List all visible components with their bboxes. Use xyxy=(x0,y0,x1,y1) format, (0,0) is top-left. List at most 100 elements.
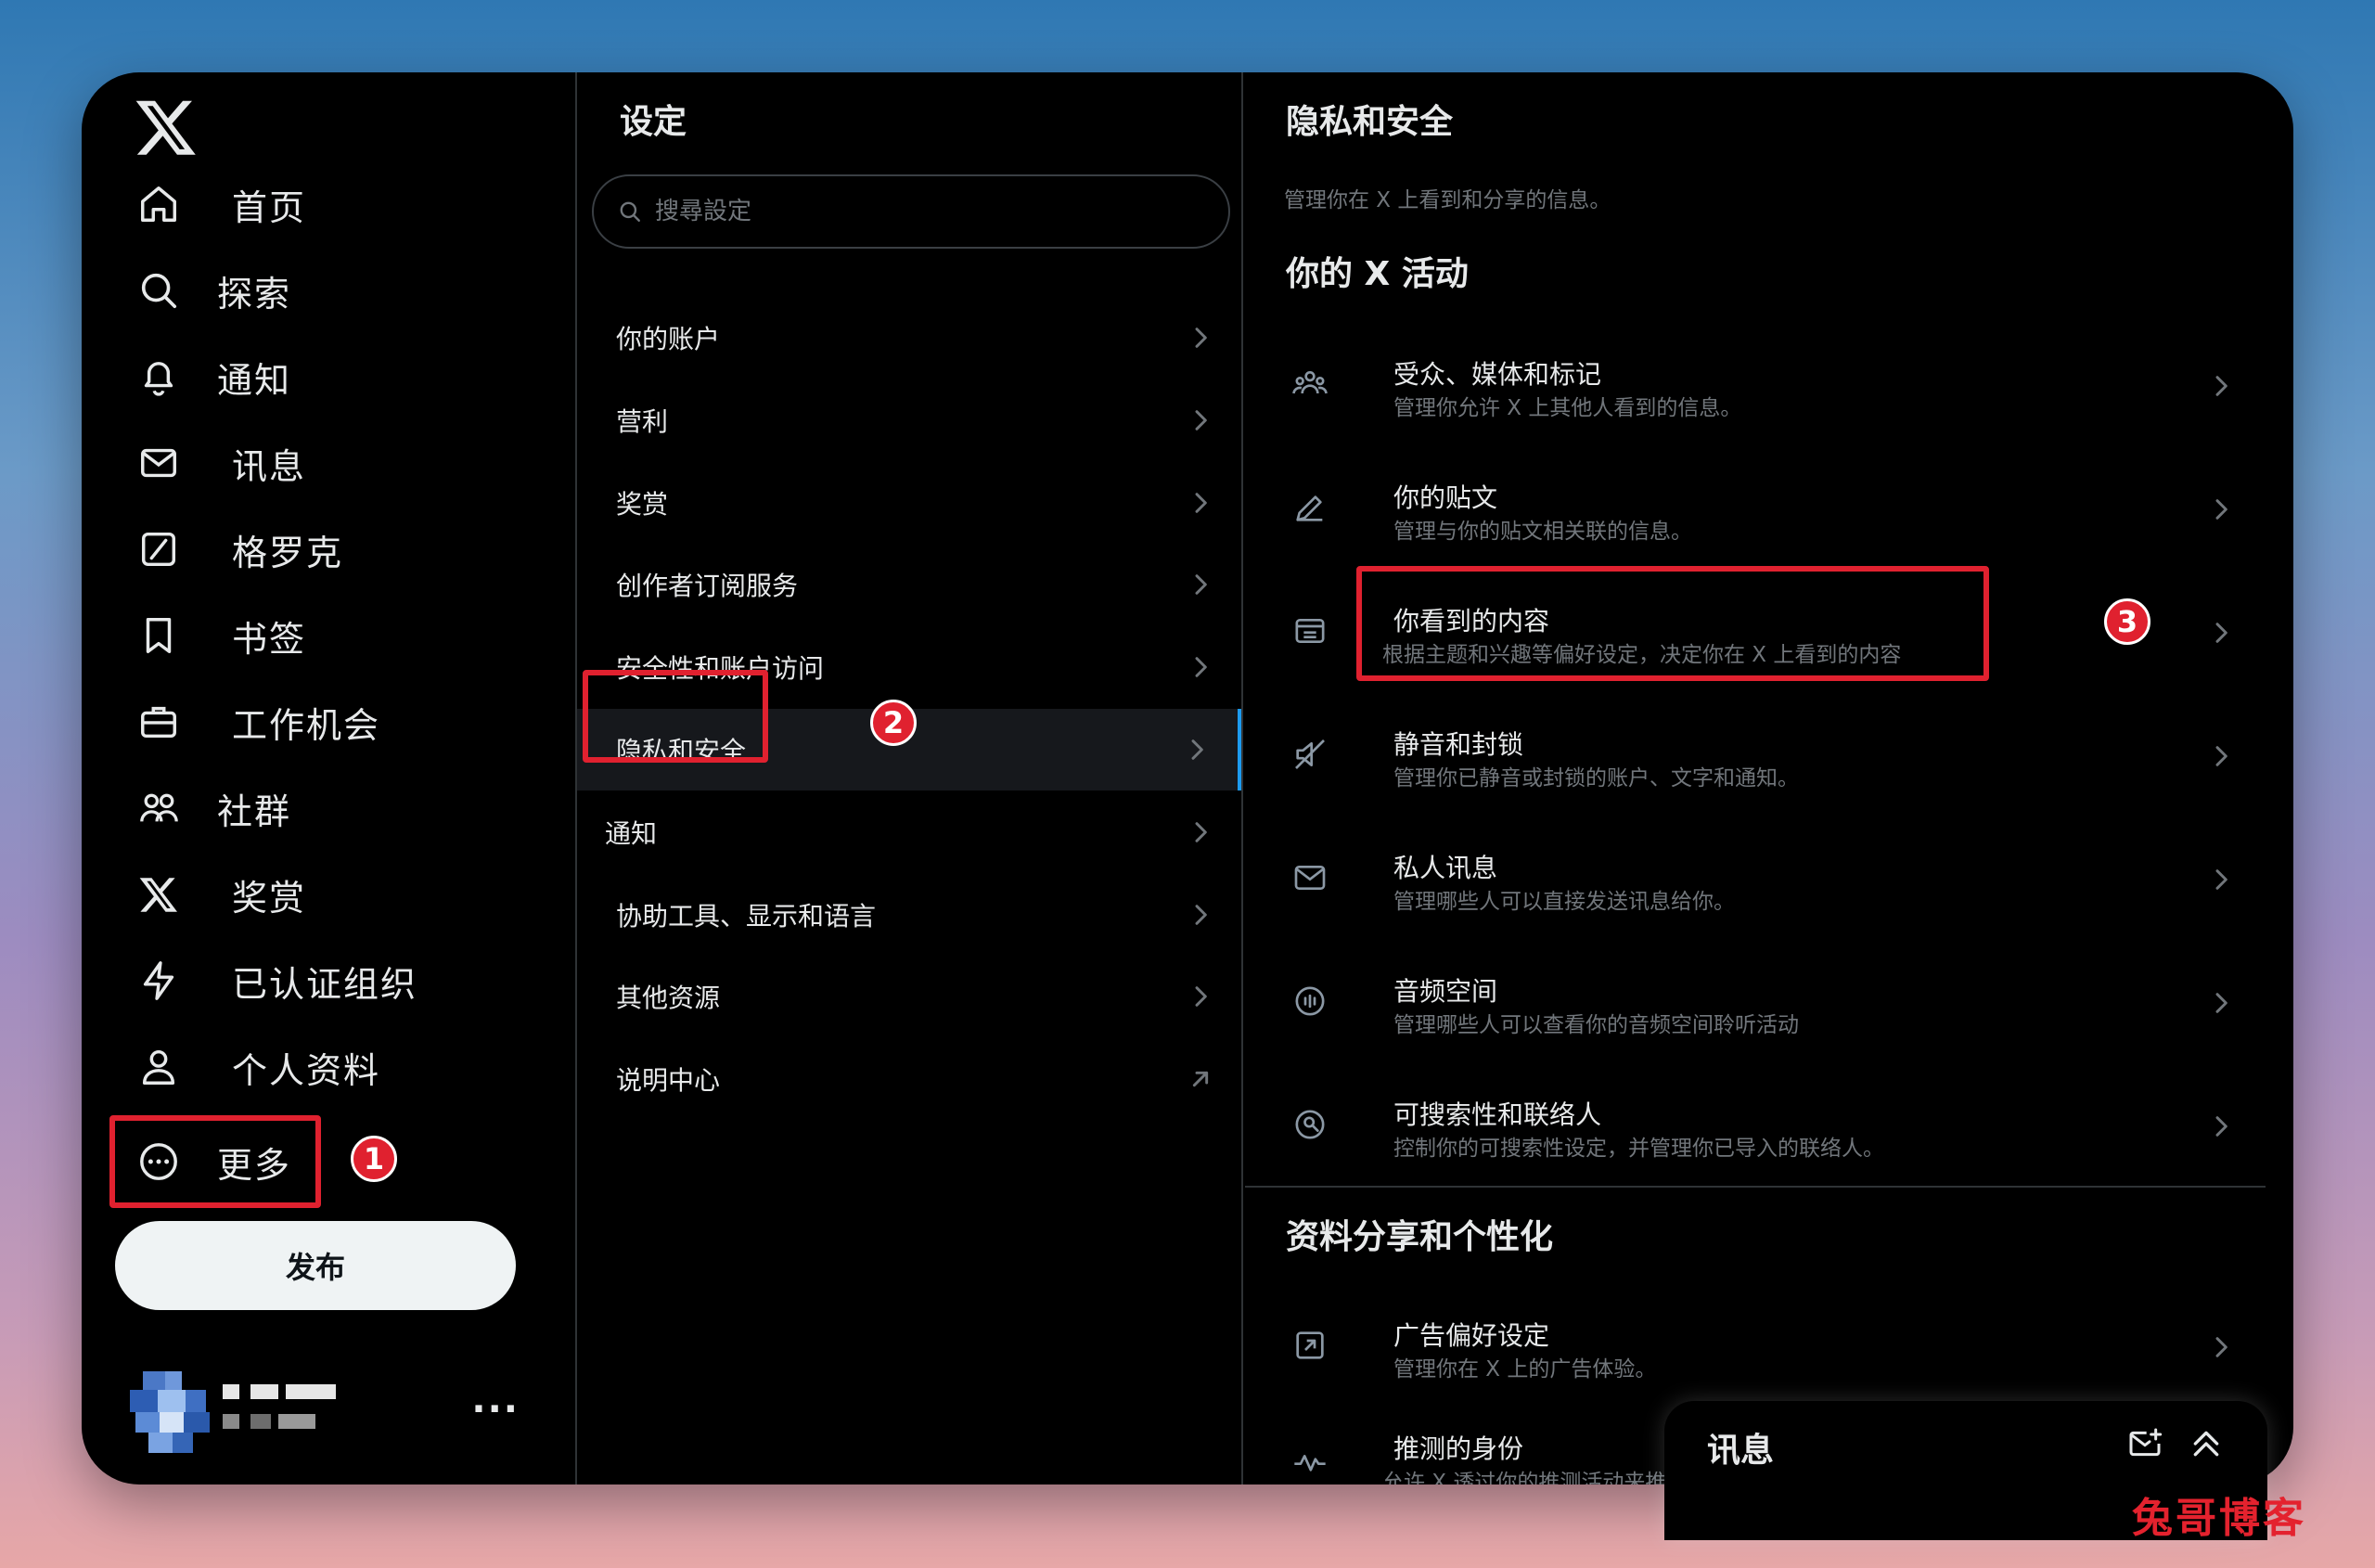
privacy-item-title: 音频空间 xyxy=(1393,976,1498,1007)
ads-icon xyxy=(1291,1327,1330,1366)
chevron-right-icon xyxy=(1186,817,1215,847)
settings-item-monetization[interactable]: 营利 xyxy=(577,379,1241,461)
activity-icon xyxy=(1291,1444,1330,1483)
chevron-right-icon xyxy=(1186,982,1215,1011)
chevron-right-icon xyxy=(2206,741,2236,771)
nav-label: 书签 xyxy=(232,618,307,660)
settings-item-label: 说明中心 xyxy=(616,1065,721,1096)
section-title-data-sharing: 资料分享和个性化 xyxy=(1286,1218,1554,1256)
search-input[interactable] xyxy=(655,198,1175,225)
app-window: 首页 探索 通知 讯息 格罗克 书签 工作机会 社群 奖赏 已认证组织 个人资料… xyxy=(82,72,2293,1484)
privacy-item-desc: 管理你在 X 上的广告体验。 xyxy=(1393,1357,1657,1382)
grok-icon xyxy=(134,524,184,574)
bookmark-icon xyxy=(134,610,184,661)
settings-item-help-center[interactable]: 说明中心 xyxy=(577,1038,1241,1120)
settings-item-notifications[interactable]: 通知 xyxy=(577,791,1241,873)
settings-item-creator-subscriptions[interactable]: 创作者订阅服务 xyxy=(577,544,1241,625)
search-icon xyxy=(618,199,642,224)
nav-item-verified-orgs[interactable]: 已认证组织 xyxy=(134,945,417,1016)
privacy-item-ads-preferences[interactable]: 广告偏好设定 管理你在 X 上的广告体验。 xyxy=(1245,1288,2266,1408)
settings-item-label: 创作者订阅服务 xyxy=(616,571,799,601)
settings-item-label: 通知 xyxy=(605,818,658,849)
nav-item-premium[interactable]: 奖赏 xyxy=(134,859,306,930)
nav-label: 已认证组织 xyxy=(232,963,418,1005)
annotation-badge-2: 2 xyxy=(870,700,917,746)
discover-icon xyxy=(1291,1106,1330,1145)
briefcase-icon xyxy=(134,697,184,747)
settings-item-label: 营利 xyxy=(616,406,669,437)
nav-item-notifications[interactable]: 通知 xyxy=(134,341,291,412)
privacy-item-desc: 管理与你的贴文相关联的信息。 xyxy=(1393,520,1692,544)
privacy-item-direct-messages[interactable]: 私人讯息 管理哪些人可以直接发送讯息给你。 xyxy=(1245,820,2266,941)
settings-item-premium[interactable]: 奖赏 xyxy=(577,462,1241,544)
settings-item-accessibility[interactable]: 协助工具、显示和语言 xyxy=(577,874,1241,956)
nav-item-profile[interactable]: 个人资料 xyxy=(134,1032,380,1102)
privacy-item-spaces[interactable]: 音频空间 管理哪些人可以查看你的音频空间聆听活动 xyxy=(1245,944,2266,1064)
chevron-right-icon xyxy=(1186,323,1215,353)
chevron-right-icon xyxy=(1186,570,1215,599)
settings-item-account[interactable]: 你的账户 xyxy=(577,297,1241,379)
nav-item-home[interactable]: 首页 xyxy=(134,169,306,239)
post-button[interactable]: 发布 xyxy=(115,1221,516,1310)
settings-item-label: 协助工具、显示和语言 xyxy=(616,901,877,932)
drawer-title: 讯息 xyxy=(1707,1432,1775,1470)
chevron-right-icon xyxy=(2206,371,2236,401)
section-divider xyxy=(1245,1186,2266,1188)
chevron-right-icon xyxy=(2206,495,2236,524)
audience-icon xyxy=(1291,366,1330,405)
settings-title: 设定 xyxy=(620,103,687,141)
privacy-item-desc: 管理你已静音或封锁的账户、文字和通知。 xyxy=(1393,766,1799,790)
nav-item-grok[interactable]: 格罗克 xyxy=(134,514,343,585)
nav-label: 首页 xyxy=(232,186,307,228)
chevron-right-icon xyxy=(1186,488,1215,518)
nav-item-bookmarks[interactable]: 书签 xyxy=(134,600,306,671)
privacy-item-title: 静音和封锁 xyxy=(1393,729,1524,760)
nav-item-explore[interactable]: 探索 xyxy=(134,255,291,326)
privacy-item-title: 你的贴文 xyxy=(1393,482,1498,513)
privacy-item-mute-block[interactable]: 静音和封锁 管理你已静音或封锁的账户、文字和通知。 xyxy=(1245,697,2266,817)
mail-icon xyxy=(134,438,184,488)
nav-item-communities[interactable]: 社群 xyxy=(134,773,291,843)
spaces-icon xyxy=(1291,983,1330,1022)
nav-label: 讯息 xyxy=(232,445,307,487)
search-icon xyxy=(134,265,184,315)
privacy-item-discoverability[interactable]: 可搜索性和联络人 控制你的可搜索性设定，并管理你已导入的联络人。 xyxy=(1245,1067,2266,1188)
mute-icon xyxy=(1291,736,1330,775)
privacy-item-title: 私人讯息 xyxy=(1393,853,1498,883)
chevron-right-icon xyxy=(2206,618,2236,648)
chevron-right-icon xyxy=(1186,652,1215,682)
highlight-box-privacy xyxy=(583,670,768,763)
x-logo-icon[interactable] xyxy=(134,95,199,160)
chevron-double-up-icon[interactable] xyxy=(2188,1425,2227,1464)
chevron-right-icon xyxy=(2206,1332,2236,1362)
nav-item-jobs[interactable]: 工作机会 xyxy=(134,687,380,757)
envelope-icon xyxy=(1291,859,1330,898)
communities-icon xyxy=(134,783,184,833)
left-nav: 首页 探索 通知 讯息 格罗克 书签 工作机会 社群 奖赏 已认证组织 个人资料… xyxy=(82,72,575,1484)
annotation-badge-3: 3 xyxy=(2104,598,2150,645)
settings-item-additional-resources[interactable]: 其他资源 xyxy=(577,956,1241,1037)
content-icon xyxy=(1291,612,1330,651)
new-message-icon[interactable] xyxy=(2126,1425,2165,1464)
privacy-item-your-posts[interactable]: 你的贴文 管理与你的贴文相关联的信息。 xyxy=(1245,450,2266,571)
settings-item-label: 奖赏 xyxy=(616,489,669,520)
more-dots-icon[interactable]: ··· xyxy=(471,1388,520,1431)
privacy-item-title: 推测的身份 xyxy=(1393,1433,1524,1464)
privacy-column: 隐私和安全 管理你在 X 上看到和分享的信息。 你的 X 活动 受众、媒体和标记… xyxy=(1245,72,2266,1484)
chevron-right-icon xyxy=(2206,1112,2236,1141)
settings-search[interactable] xyxy=(592,174,1230,249)
privacy-item-audience[interactable]: 受众、媒体和标记 管理你允许 X 上其他人看到的信息。 xyxy=(1245,327,2266,447)
privacy-item-desc: 允许 X 透过你的推测活动来推 xyxy=(1382,1471,1667,1484)
nav-item-messages[interactable]: 讯息 xyxy=(134,428,306,498)
home-icon xyxy=(134,179,184,229)
chevron-right-icon xyxy=(2206,988,2236,1018)
x-premium-icon xyxy=(134,869,184,919)
account-switcher[interactable]: ··· xyxy=(130,1371,557,1455)
highlight-box-content xyxy=(1356,566,1989,681)
privacy-item-desc: 管理你允许 X 上其他人看到的信息。 xyxy=(1393,396,1742,420)
nav-label: 格罗克 xyxy=(232,532,344,573)
settings-column: 设定 你的账户 营利 奖赏 创作者订阅服务 安全性和账户访问 隐私和安全 xyxy=(575,72,1243,1484)
chevron-right-icon xyxy=(1186,405,1215,435)
nav-label: 探索 xyxy=(217,273,292,315)
privacy-item-desc: 控制你的可搜索性设定，并管理你已导入的联络人。 xyxy=(1393,1137,1884,1161)
